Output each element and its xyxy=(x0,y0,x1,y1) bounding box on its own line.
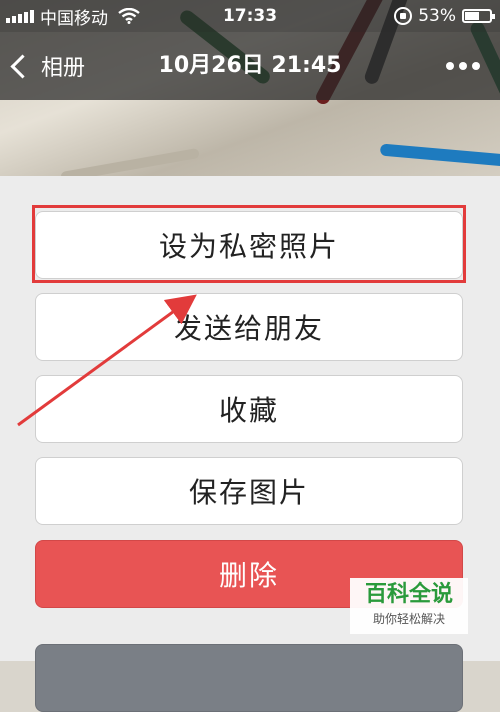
battery-percent: 53% xyxy=(418,6,456,26)
set-private-photo-button[interactable]: 设为私密照片 xyxy=(35,211,463,279)
status-bar: 中国移动 17:33 53% xyxy=(0,0,500,32)
favorite-button[interactable]: 收藏 xyxy=(35,375,463,443)
carrier-label: 中国移动 xyxy=(40,8,108,29)
watermark-subtitle: 助你轻松解决 xyxy=(372,612,445,626)
send-to-friend-button[interactable]: 发送给朋友 xyxy=(35,293,463,361)
cancel-button[interactable] xyxy=(35,644,463,712)
rotation-lock-icon xyxy=(394,7,413,25)
wifi-icon xyxy=(118,8,140,24)
watermark-logo: 百科全说 助你轻松解决 xyxy=(350,578,468,634)
battery-icon xyxy=(462,9,495,23)
page-title: 10月26日 21:45 xyxy=(158,53,342,78)
nav-bar: 相册 10月26日 21:45 xyxy=(0,32,500,100)
more-dots-icon[interactable] xyxy=(446,32,480,100)
signal-icon xyxy=(6,9,34,23)
save-image-button[interactable]: 保存图片 xyxy=(35,457,463,525)
watermark-title: 百科全说 xyxy=(364,582,453,607)
